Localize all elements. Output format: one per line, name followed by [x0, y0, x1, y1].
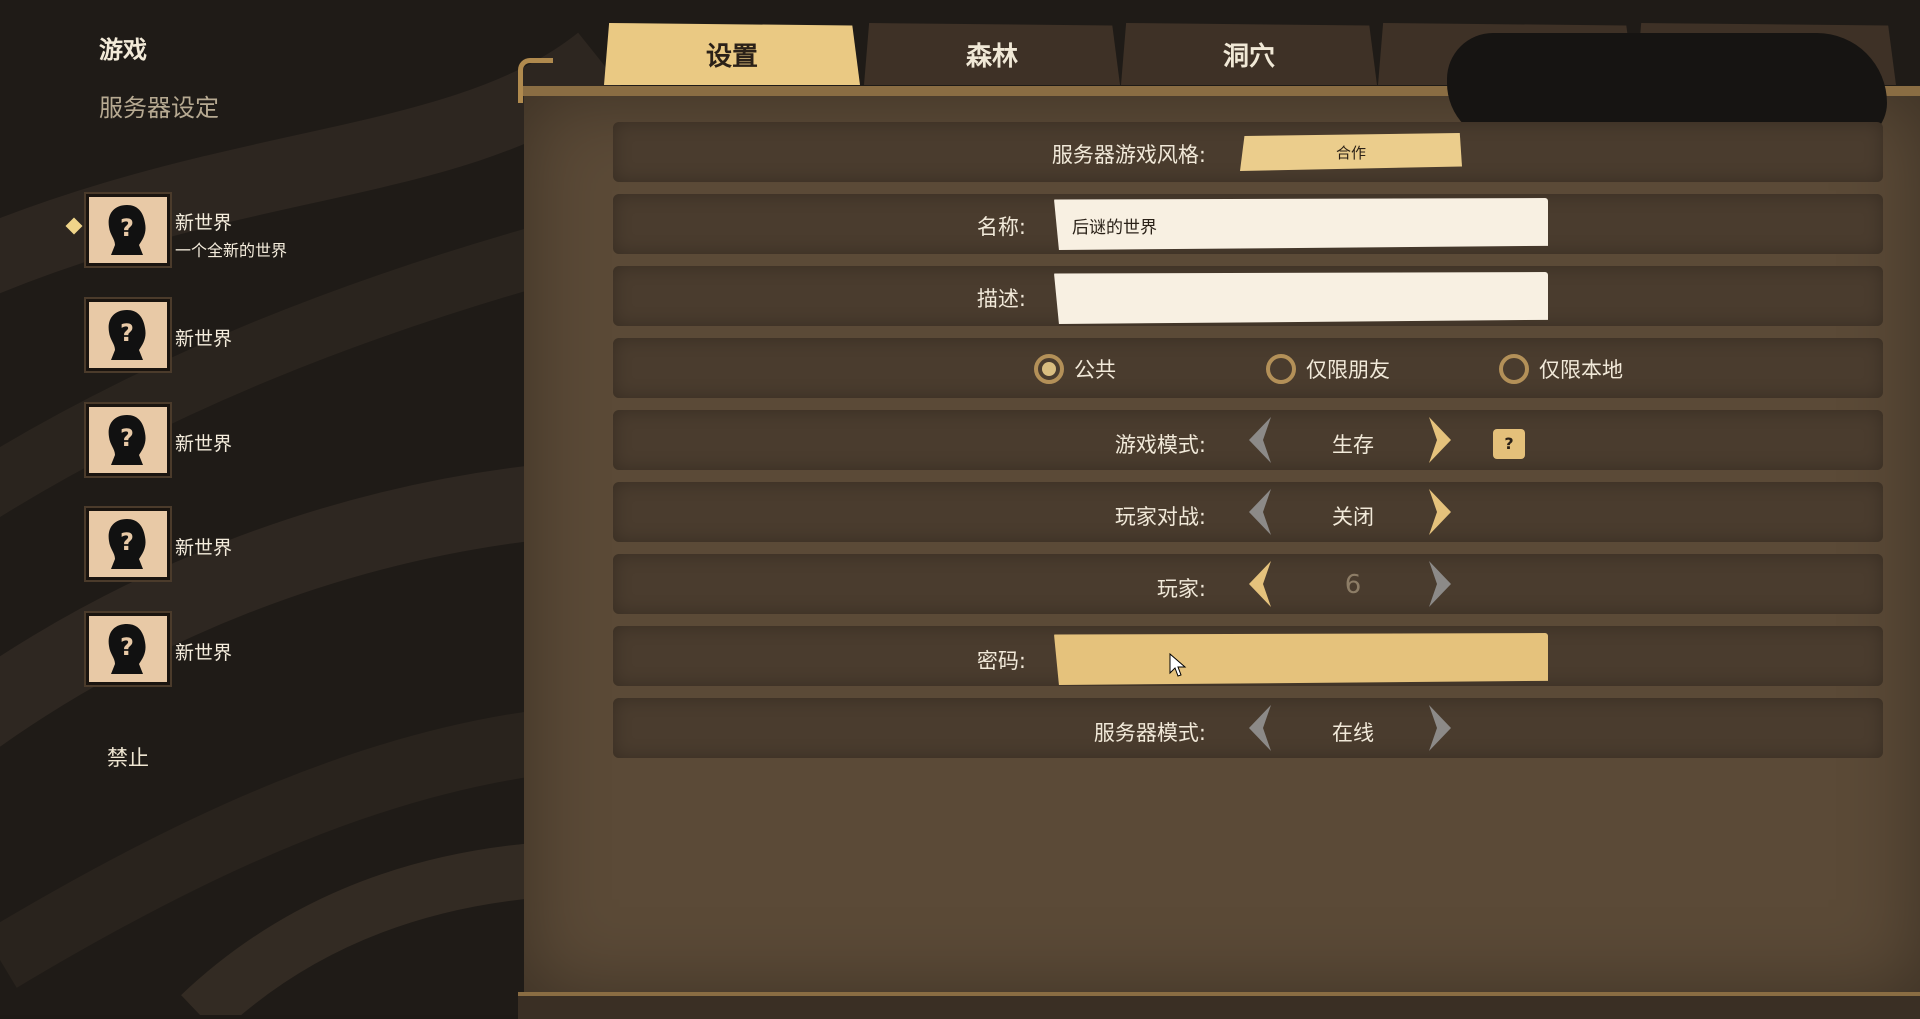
world-slot-name: 新世界 [175, 537, 233, 559]
description-input[interactable] [1054, 272, 1548, 324]
world-slot-1[interactable]: ? 新世界 一个全新的世界 [86, 194, 506, 274]
sidebar: 游戏 服务器设定 ? 新世界 一个全新的世界 ? 新世界 ? 新世界 ? 新世界… [0, 0, 520, 1015]
server-mode-right-arrow-icon[interactable] [1425, 703, 1455, 753]
svg-text:?: ? [120, 633, 134, 661]
name-label: 名称: [976, 215, 1026, 239]
players-right-arrow-icon[interactable] [1425, 559, 1455, 609]
world-slot-4[interactable]: ? 新世界 [86, 508, 506, 588]
world-slot-name: 新世界 [175, 433, 233, 455]
radio-unselected-icon [1499, 354, 1529, 384]
unknown-character-icon: ? [86, 299, 170, 371]
svg-text:?: ? [120, 424, 134, 452]
privacy-public-radio[interactable]: 公共 [1034, 349, 1116, 389]
world-slot-2[interactable]: ? 新世界 [86, 299, 506, 379]
pvp-value: 关闭 [1332, 505, 1374, 529]
world-slot-name: 新世界 [175, 212, 233, 234]
game-mode-value: 生存 [1332, 433, 1374, 457]
svg-text:?: ? [120, 319, 134, 347]
mouse-cursor-icon [1169, 653, 1187, 677]
server-mode-label: 服务器模式: [1093, 721, 1206, 745]
password-input[interactable] [1054, 633, 1548, 685]
server-mode-value: 在线 [1332, 721, 1374, 745]
tab-forest[interactable]: 森林 [864, 23, 1120, 85]
privacy-local-radio[interactable]: 仅限本地 [1499, 349, 1623, 389]
panel-corner-ornament [518, 58, 553, 103]
privacy-public-label: 公共 [1074, 358, 1116, 382]
svg-text:?: ? [120, 528, 134, 556]
world-slot-name: 新世界 [175, 328, 233, 350]
row-privacy [613, 338, 1883, 398]
server-style-button[interactable]: 合作 [1240, 133, 1462, 171]
tab-caves[interactable]: 洞穴 [1121, 23, 1377, 85]
radio-unselected-icon [1266, 354, 1296, 384]
world-slot-name: 新世界 [175, 642, 233, 664]
password-label: 密码: [976, 649, 1026, 673]
pvp-label: 玩家对战: [1114, 505, 1206, 529]
radio-selected-icon [1034, 354, 1064, 384]
ban-button[interactable]: 禁止 [107, 742, 149, 772]
unknown-character-icon: ? [86, 508, 170, 580]
players-value: 6 [1344, 570, 1362, 600]
help-icon[interactable]: ? [1493, 429, 1525, 459]
players-label: 玩家: [1156, 577, 1206, 601]
sidebar-title: 游戏 [99, 36, 147, 64]
name-input-value: 后谜的世界 [1072, 218, 1157, 238]
svg-text:?: ? [120, 214, 134, 242]
privacy-friends-radio[interactable]: 仅限朋友 [1266, 349, 1390, 389]
world-slot-5[interactable]: ? 新世界 [86, 613, 506, 693]
unknown-character-icon: ? [86, 404, 170, 476]
server-style-label: 服务器游戏风格: [1051, 143, 1206, 167]
name-input[interactable]: 后谜的世界 [1054, 198, 1548, 250]
game-mode-label: 游戏模式: [1114, 433, 1206, 457]
privacy-friends-label: 仅限朋友 [1306, 358, 1390, 382]
tab-settings[interactable]: 设置 [604, 23, 860, 85]
selected-slot-marker [65, 217, 83, 235]
sidebar-subtitle: 服务器设定 [99, 94, 219, 122]
game-mode-right-arrow-icon[interactable] [1425, 415, 1455, 465]
description-label: 描述: [976, 287, 1026, 311]
world-slot-3[interactable]: ? 新世界 [86, 404, 506, 484]
pvp-right-arrow-icon[interactable] [1425, 487, 1455, 537]
unknown-character-icon: ? [86, 613, 170, 685]
privacy-local-label: 仅限本地 [1539, 358, 1623, 382]
world-slot-desc: 一个全新的世界 [175, 241, 288, 260]
unknown-character-icon: ? [86, 194, 170, 266]
